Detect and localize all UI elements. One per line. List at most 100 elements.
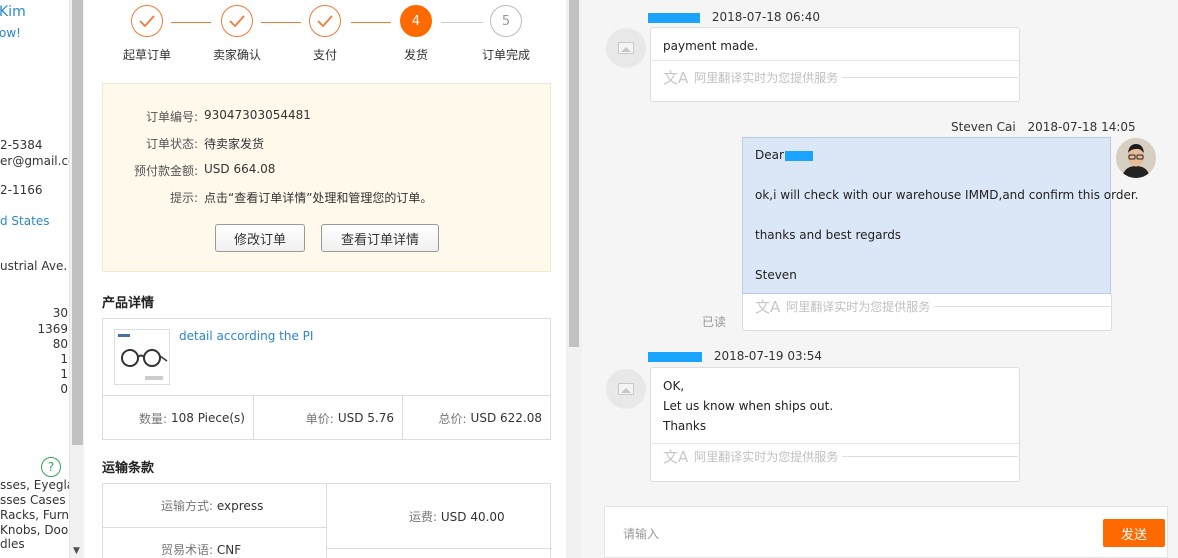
table-divider bbox=[103, 527, 326, 528]
left-scrollbar-thumb[interactable] bbox=[72, 0, 83, 445]
stat-value: 1369 bbox=[37, 322, 68, 336]
scroll-down-arrow-icon[interactable]: ▼ bbox=[73, 546, 80, 556]
prepay-label: 预付款金额: bbox=[133, 164, 198, 178]
trade-term: 贸易术语: CNF bbox=[161, 541, 241, 558]
message-text: ok,i will check with our warehouse IMMD,… bbox=[755, 188, 1139, 202]
help-icon[interactable]: ? bbox=[41, 457, 61, 477]
product-section-title: 产品详情 bbox=[102, 296, 155, 311]
read-receipt: 已读 bbox=[702, 315, 727, 329]
category-line: sses Cases & bbox=[0, 493, 70, 507]
view-order-details-button[interactable]: 查看订单详情 bbox=[321, 224, 439, 252]
translate-rule bbox=[934, 305, 1111, 307]
shipping-section-title: 运输条款 bbox=[102, 461, 155, 476]
stat-value: 80 bbox=[52, 337, 68, 351]
left-scrollbar[interactable]: ▼ bbox=[69, 0, 84, 558]
chat-panel: 2018-07-18 06:40 payment made. 文A 阿里翻译实时… bbox=[582, 0, 1178, 558]
sender-name: Steven Cai bbox=[951, 120, 1016, 134]
message-text: Let us know when ships out. bbox=[663, 399, 834, 413]
order-summary-box: 订单编号: 93047303054481 订单状态: 待卖家发货 预付款金额: … bbox=[102, 83, 551, 272]
product-price-row: 数量: 108 Piece(s) 单价: USD 5.76 总价: USD 62… bbox=[103, 395, 550, 440]
bubble-divider bbox=[651, 60, 1019, 61]
modify-order-button[interactable]: 修改订单 bbox=[215, 224, 305, 252]
middle-scrollbar[interactable] bbox=[566, 0, 582, 558]
step-label: 发货 bbox=[403, 48, 428, 62]
translate-icon: 文A bbox=[663, 68, 689, 87]
translate-icon: 文A bbox=[755, 297, 781, 316]
message-time: 2018-07-18 14:05 bbox=[1027, 120, 1136, 134]
table-divider bbox=[327, 548, 552, 549]
shipping-method-value: express bbox=[216, 499, 264, 513]
check-icon bbox=[131, 5, 163, 37]
total-price-label: 总价: bbox=[438, 411, 467, 426]
bubble-divider bbox=[651, 443, 1019, 444]
shipping-fee: 运费: USD 40.00 bbox=[409, 508, 505, 525]
step-shipping: 4 发货 bbox=[376, 5, 456, 63]
message-text: Steven bbox=[755, 268, 797, 282]
step-label: 订单完成 bbox=[481, 48, 530, 62]
chat-input[interactable]: 请输入 bbox=[623, 525, 659, 542]
greeting-text: Dear bbox=[755, 148, 784, 162]
send-button[interactable]: 发送 bbox=[1103, 519, 1165, 547]
tip-text: 点击“查看订单详情”处理和管理您的订单。 bbox=[204, 191, 433, 205]
stat-value: 0 bbox=[60, 382, 68, 396]
message-bubble: OK, Let us know when ships out. Thanks 文… bbox=[650, 367, 1020, 482]
outgoing-message-bubble: Dear ok,i will check with our warehouse … bbox=[742, 137, 1138, 294]
message-meta: Steven Cai 2018-07-18 14:05 bbox=[951, 120, 1136, 134]
redacted-name bbox=[648, 12, 700, 23]
app-root: Kim ow! 2-5384 er@gmail.co 2-1166 d Stat… bbox=[0, 0, 1178, 558]
step-number-badge: 5 bbox=[490, 5, 522, 37]
category-line: Racks, Furnit bbox=[0, 508, 70, 522]
step-number-badge: 4 bbox=[400, 5, 432, 37]
middle-scrollbar-thumb[interactable] bbox=[569, 0, 579, 347]
message-text: thanks and best regards bbox=[755, 228, 902, 242]
step-complete: 5 订单完成 bbox=[466, 5, 546, 63]
translate-text: 阿里翻译实时为您提供服务 bbox=[694, 70, 839, 85]
shipping-method: 运输方式: express bbox=[161, 497, 263, 514]
message-meta: 2018-07-19 03:54 bbox=[648, 349, 822, 363]
avatar-placeholder-icon bbox=[606, 369, 646, 409]
message-text: OK, bbox=[663, 379, 685, 393]
step-label: 支付 bbox=[312, 48, 337, 62]
stat-value: 1 bbox=[60, 367, 68, 381]
unit-price-value: USD 5.76 bbox=[337, 411, 394, 425]
translate-row: 文A 阿里翻译实时为您提供服务 bbox=[755, 296, 1111, 316]
product-card: detail according the PI 数量: 108 Piece(s)… bbox=[102, 318, 551, 440]
category-line: dles bbox=[0, 537, 25, 551]
greeting: Dear bbox=[755, 148, 813, 162]
translate-row: 文A 阿里翻译实时为您提供服务 bbox=[663, 446, 1019, 466]
translate-rule bbox=[842, 455, 1019, 457]
step-draft: 起草订单 bbox=[107, 5, 187, 63]
step-seller-confirm: 卖家确认 bbox=[197, 5, 277, 63]
shipping-table: 运输方式: express 运费: USD 40.00 贸易术语: CNF bbox=[102, 483, 552, 558]
buyer-phone-2: 2-1166 bbox=[0, 183, 43, 197]
sender-avatar[interactable] bbox=[1116, 138, 1156, 178]
translate-rule bbox=[842, 76, 1019, 78]
order-status: 待卖家发货 bbox=[204, 137, 265, 151]
category-line: sses, Eyeglas bbox=[0, 478, 70, 492]
tip-label: 提示: bbox=[169, 191, 198, 205]
translate-text: 阿里翻译实时为您提供服务 bbox=[786, 299, 931, 314]
quantity-cell: 数量: 108 Piece(s) bbox=[103, 396, 253, 440]
message-time: 2018-07-19 03:54 bbox=[713, 349, 822, 363]
product-thumbnail[interactable] bbox=[114, 329, 170, 385]
message-bubble: payment made. 文A 阿里翻译实时为您提供服务 bbox=[650, 27, 1020, 102]
buyer-phone: 2-5384 bbox=[0, 138, 43, 152]
total-price-value: USD 622.08 bbox=[470, 411, 542, 425]
buyer-country[interactable]: d States bbox=[0, 214, 49, 228]
trade-term-value: CNF bbox=[216, 543, 242, 557]
buyer-address: ustrial Ave. bbox=[0, 259, 68, 273]
order-number: 93047303054481 bbox=[204, 108, 311, 122]
check-icon bbox=[221, 5, 253, 37]
buyer-status[interactable]: ow! bbox=[0, 26, 21, 40]
chat-input-bar: 请输入 发送 bbox=[604, 506, 1168, 558]
translate-icon: 文A bbox=[663, 447, 689, 466]
total-price-cell: 总价: USD 622.08 bbox=[402, 396, 550, 440]
shipping-method-label: 运输方式: bbox=[161, 499, 214, 513]
buyer-name[interactable]: Kim bbox=[0, 4, 26, 20]
category-line: Knobs, Door bbox=[0, 523, 70, 537]
step-label: 卖家确认 bbox=[212, 48, 261, 62]
step-payment: 支付 bbox=[285, 5, 365, 63]
message-text: Thanks bbox=[663, 419, 707, 433]
product-link[interactable]: detail according the PI bbox=[179, 329, 313, 343]
step-label: 起草订单 bbox=[122, 48, 171, 62]
